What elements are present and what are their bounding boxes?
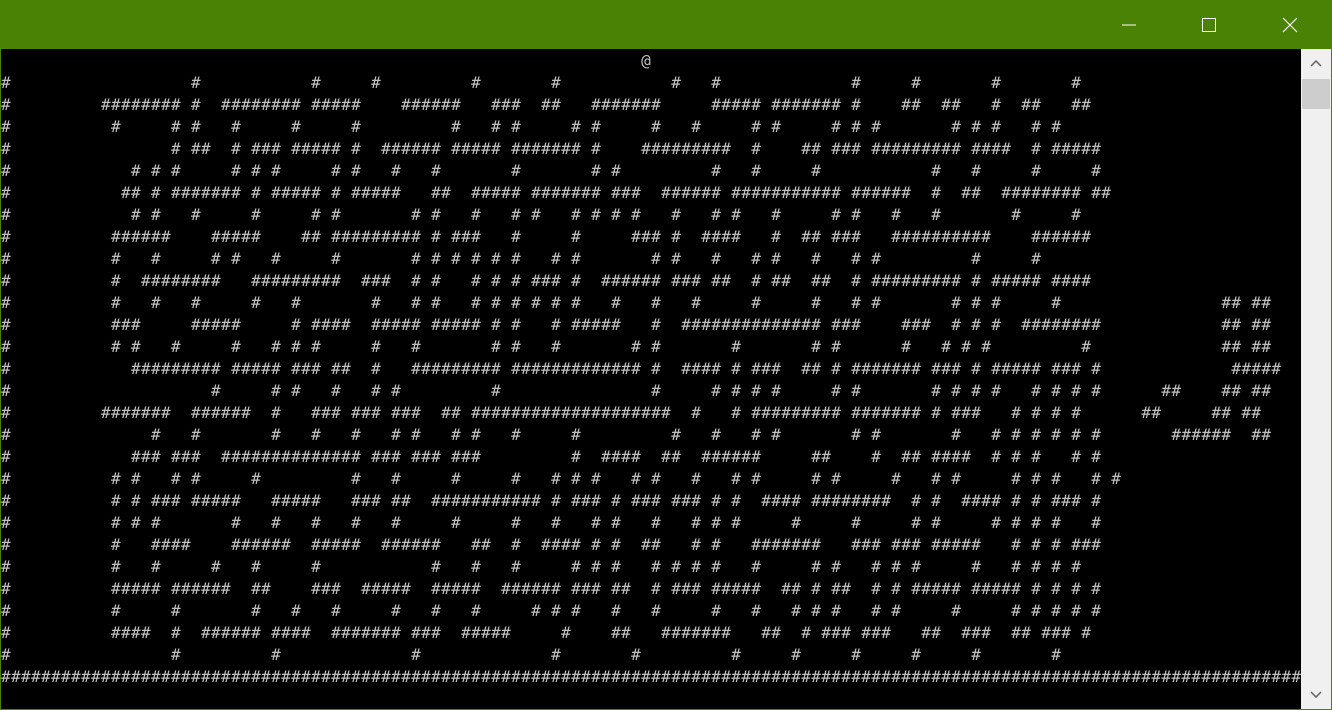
minimize-button[interactable] [1089, 0, 1169, 49]
chevron-down-icon [1310, 691, 1322, 699]
console-window: @ # # # # # # # # # # # # # ######## # #… [0, 0, 1332, 710]
minimize-icon [1122, 24, 1136, 26]
scrollbar-thumb[interactable] [1302, 79, 1330, 109]
scroll-up-button[interactable] [1301, 49, 1331, 79]
title-bar[interactable] [0, 0, 1332, 49]
vertical-scrollbar[interactable] [1301, 49, 1331, 709]
maximize-button[interactable] [1169, 0, 1249, 49]
close-icon [1282, 17, 1298, 33]
console-text: @ # # # # # # # # # # # # # ######## # #… [1, 51, 1301, 686]
chevron-up-icon [1310, 59, 1322, 67]
close-button[interactable] [1250, 0, 1330, 49]
maximize-icon [1202, 18, 1216, 32]
scroll-down-button[interactable] [1301, 679, 1331, 709]
console-output[interactable]: @ # # # # # # # # # # # # # ######## # #… [1, 49, 1301, 709]
window-border-left [0, 49, 1, 710]
